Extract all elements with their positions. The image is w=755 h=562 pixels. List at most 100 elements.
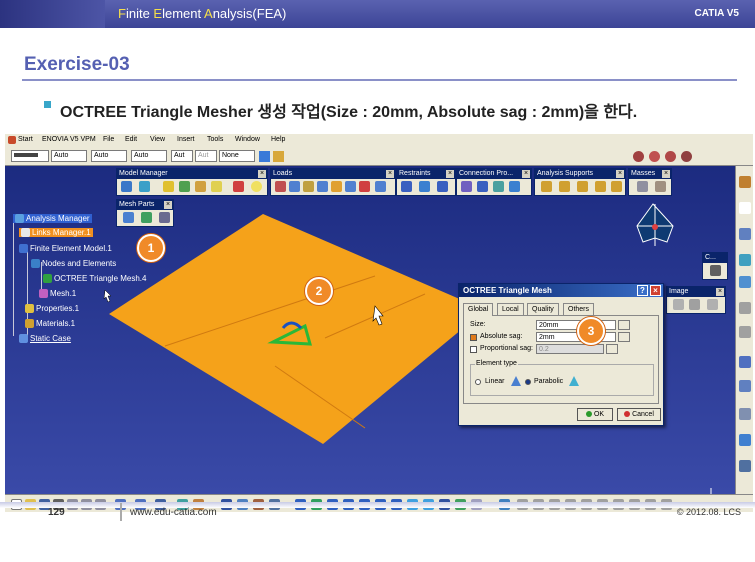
tab-quality[interactable]: Quality	[527, 303, 559, 315]
tool-icon[interactable]	[541, 181, 552, 192]
tool-icon[interactable]	[121, 181, 132, 192]
size-spinner[interactable]	[618, 320, 630, 330]
toolbar-loads[interactable]: Loads ×	[270, 168, 396, 196]
menu-view[interactable]: View	[150, 136, 165, 143]
tool-icon[interactable]	[289, 181, 300, 192]
tool-icon[interactable]	[375, 181, 386, 192]
tab-others[interactable]: Others	[563, 303, 595, 315]
menu-window[interactable]: Window	[235, 136, 260, 143]
menu-insert[interactable]: Insert	[177, 136, 195, 143]
tree-node-materials[interactable]: Materials.1	[25, 319, 75, 329]
apple-3-icon[interactable]	[665, 151, 676, 162]
tool-icon[interactable]	[710, 265, 721, 276]
close-icon[interactable]: ×	[446, 170, 454, 178]
tool-icon[interactable]	[163, 181, 174, 192]
octree-tetra-icon[interactable]	[123, 212, 134, 223]
tool-icon[interactable]	[577, 181, 588, 192]
tool-icon[interactable]	[707, 299, 718, 310]
close-icon[interactable]: ×	[386, 170, 394, 178]
select-icon[interactable]	[739, 202, 751, 214]
menu-tools[interactable]: Tools	[207, 136, 223, 143]
absolute-sag-checkbox[interactable]	[470, 334, 477, 341]
layer-combo[interactable]: Aut	[195, 150, 217, 162]
close-icon[interactable]: ×	[522, 170, 530, 178]
menu-help[interactable]: Help	[271, 136, 285, 143]
tool-icon[interactable]	[509, 181, 520, 192]
ok-button[interactable]: OK	[577, 408, 613, 421]
proportional-sag-checkbox[interactable]	[470, 346, 477, 353]
close-icon[interactable]: ×	[716, 288, 724, 296]
tool-icon[interactable]	[461, 181, 472, 192]
proportional-sag-input[interactable]: 0.2	[536, 344, 604, 354]
line-thickness-combo[interactable]: Auto	[91, 150, 127, 162]
tool-icon[interactable]	[559, 181, 570, 192]
toolbar-model-manager[interactable]: Model Manager ×	[116, 168, 268, 196]
tree-node-nodes-elements[interactable]: Nodes and Elements	[31, 259, 116, 269]
toolbar-analysis-supports[interactable]: Analysis Supports ×	[534, 168, 626, 196]
tool-icon[interactable]	[739, 276, 751, 288]
tool-icon[interactable]	[739, 302, 751, 314]
tool-icon[interactable]	[739, 254, 751, 266]
toolbar-c[interactable]: C...	[702, 252, 728, 280]
color-combo[interactable]	[11, 150, 49, 162]
tool-icon[interactable]	[689, 299, 700, 310]
apple-icon[interactable]	[633, 151, 644, 162]
menu-edit[interactable]: Edit	[125, 136, 137, 143]
painter-icon[interactable]	[259, 151, 270, 162]
tool-icon[interactable]	[739, 356, 751, 368]
tool-icon[interactable]	[493, 181, 504, 192]
compass-icon[interactable]	[636, 203, 674, 246]
parabolic-radio[interactable]	[525, 379, 531, 385]
tool-icon[interactable]	[401, 181, 412, 192]
close-button[interactable]: ×	[650, 285, 661, 296]
apple-4-icon[interactable]	[681, 151, 692, 162]
apple-2-icon[interactable]	[649, 151, 660, 162]
toolbar-mesh-parts[interactable]: Mesh Parts ×	[116, 199, 174, 227]
tree-node-fem[interactable]: Finite Element Model.1	[19, 244, 112, 254]
tool-icon[interactable]	[739, 326, 751, 338]
tool-icon[interactable]	[179, 181, 190, 192]
tree-node-properties[interactable]: Properties.1	[25, 304, 79, 314]
tool-icon[interactable]	[477, 181, 488, 192]
toolbar-image[interactable]: Image ×	[666, 286, 726, 314]
proportional-sag-spinner[interactable]	[606, 344, 618, 354]
tab-local[interactable]: Local	[497, 303, 524, 315]
tool-icon[interactable]	[331, 181, 342, 192]
tool-icon[interactable]	[317, 181, 328, 192]
tree-node-analysis-manager[interactable]: Analysis Manager	[13, 214, 92, 224]
menu-start[interactable]: Start	[18, 136, 33, 143]
tool-icon[interactable]	[739, 380, 751, 392]
tree-node-mesh[interactable]: Mesh.1	[39, 289, 76, 299]
menu-file[interactable]: File	[103, 136, 114, 143]
point-type-combo[interactable]: Aut	[171, 150, 193, 162]
tool-icon[interactable]	[739, 228, 751, 240]
tool-icon[interactable]	[739, 176, 751, 188]
menu-enovia[interactable]: ENOVIA V5 VPM	[42, 136, 96, 143]
tool-icon[interactable]	[655, 181, 666, 192]
tool-icon[interactable]	[139, 181, 150, 192]
tool-icon[interactable]	[359, 181, 370, 192]
tool-icon[interactable]	[673, 299, 684, 310]
tool-icon[interactable]	[419, 181, 430, 192]
toolbar-masses[interactable]: Masses ×	[628, 168, 672, 196]
toolbar-restraints[interactable]: Restraints ×	[396, 168, 456, 196]
tool-icon[interactable]	[611, 181, 622, 192]
tab-global[interactable]: Global	[463, 303, 494, 316]
tool-icon[interactable]	[195, 181, 206, 192]
tree-node-static-case[interactable]: Static Case	[19, 334, 71, 344]
close-icon[interactable]: ×	[164, 201, 172, 209]
tool-icon[interactable]	[437, 181, 448, 192]
close-icon[interactable]: ×	[258, 170, 266, 178]
tool-icon[interactable]	[637, 181, 648, 192]
tree-node-octree-mesh[interactable]: OCTREE Triangle Mesh.4	[43, 274, 146, 284]
beam-mesh-icon[interactable]	[159, 212, 170, 223]
tool-icon[interactable]	[211, 181, 222, 192]
tool-icon[interactable]	[303, 181, 314, 192]
brush-icon[interactable]	[273, 151, 284, 162]
transparency-combo[interactable]: Auto	[51, 150, 87, 162]
tool-icon[interactable]	[595, 181, 606, 192]
render-style-combo[interactable]: None	[219, 150, 255, 162]
tool-icon[interactable]	[233, 181, 244, 192]
tree-node-links-manager[interactable]: Links Manager.1	[19, 228, 93, 238]
tool-icon[interactable]	[739, 434, 751, 446]
